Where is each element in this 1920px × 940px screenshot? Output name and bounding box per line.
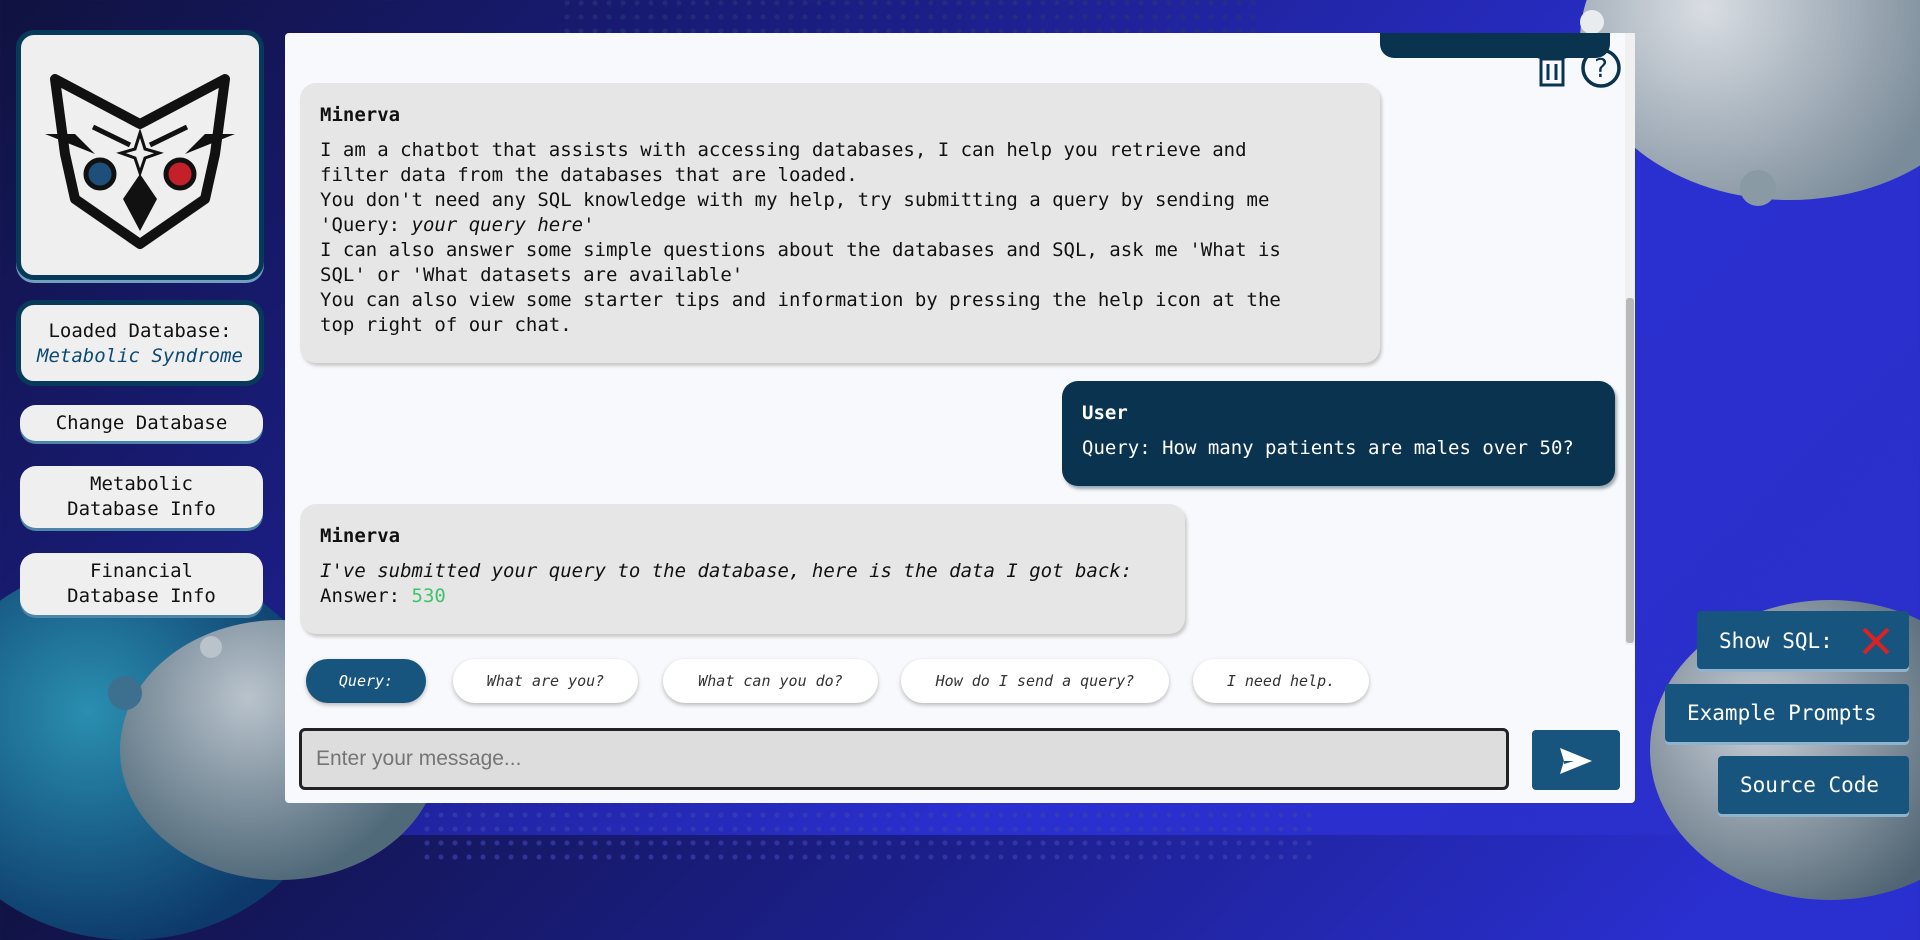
answer-label: Answer:: [320, 585, 412, 607]
message-line: top right of our chat.: [320, 314, 572, 336]
owl-logo-card: [16, 30, 264, 280]
chat-scrollbar-thumb[interactable]: [1626, 298, 1634, 643]
query-suffix: ': [583, 214, 595, 236]
chat-panel: ? Minerva I am a chatbot that assists wi…: [285, 33, 1635, 803]
financial-info-label-line2: Database Info: [67, 585, 216, 607]
financial-database-info-button[interactable]: Financial Database Info: [20, 553, 263, 615]
background-blob: [1740, 170, 1776, 206]
loaded-database-panel: Loaded Database: Metabolic Syndrome: [16, 300, 264, 386]
message-text: Query: How many patients are males over …: [1082, 437, 1574, 459]
loaded-database-name: Metabolic Syndrome: [37, 345, 243, 367]
send-icon: [1560, 748, 1592, 774]
answer-line: Answer: 530: [320, 584, 1165, 609]
message-intro: I've submitted your query to the databas…: [320, 560, 1133, 582]
owl-logo-icon: [45, 74, 235, 249]
background-blob: [1580, 10, 1604, 34]
change-database-label: Change Database: [55, 412, 228, 434]
background-blob: [108, 676, 142, 710]
suggestion-chip-what-can-you-do[interactable]: What can you do?: [663, 659, 878, 703]
chat-history[interactable]: ? Minerva I am a chatbot that assists wi…: [285, 33, 1625, 645]
suggestion-chip-need-help[interactable]: I need help.: [1193, 659, 1369, 703]
message-line: You can also view some starter tips and …: [320, 289, 1281, 311]
message-line: filter data from the databases that are …: [320, 164, 858, 186]
message-line: I am a chatbot that assists with accessi…: [320, 139, 1247, 161]
query-example: your query here: [411, 214, 584, 236]
suggestion-chip-send-query[interactable]: How do I send a query?: [901, 659, 1169, 703]
bot-message: Minerva I am a chatbot that assists with…: [300, 83, 1380, 363]
previous-message-stub: [1380, 33, 1610, 58]
change-database-button[interactable]: Change Database: [20, 405, 263, 441]
metabolic-database-info-button[interactable]: Metabolic Database Info: [20, 466, 263, 528]
message-sender: Minerva: [320, 104, 401, 126]
example-prompts-button[interactable]: Example Prompts: [1665, 684, 1909, 742]
message-line: SQL' or 'What datasets are available': [320, 264, 744, 286]
loaded-database-label: Loaded Database:: [48, 320, 232, 342]
svg-text:?: ?: [1594, 54, 1608, 84]
message-sender: Minerva: [320, 525, 401, 547]
suggestion-chip-query[interactable]: Query:: [306, 659, 426, 703]
background-blob: [200, 636, 222, 658]
message-line: You don't need any SQL knowledge with my…: [320, 189, 1270, 211]
example-prompts-label: Example Prompts: [1687, 701, 1877, 725]
trash-icon[interactable]: [1537, 50, 1567, 91]
source-code-label: Source Code: [1740, 773, 1880, 797]
send-button[interactable]: [1532, 730, 1620, 790]
answer-value: 530: [411, 585, 446, 607]
metabolic-info-label-line1: Metabolic: [90, 473, 193, 495]
help-icon[interactable]: ?: [1580, 47, 1622, 93]
query-prefix: 'Query:: [320, 214, 412, 236]
show-sql-toggle[interactable]: Show SQL:: [1697, 611, 1909, 669]
user-message: User Query: How many patients are males …: [1062, 381, 1615, 486]
financial-info-label-line1: Financial: [90, 560, 193, 582]
message-input[interactable]: [299, 728, 1509, 790]
suggestion-chip-what-are-you[interactable]: What are you?: [453, 659, 638, 703]
close-x-icon: [1862, 627, 1890, 655]
message-sender: User: [1082, 402, 1128, 424]
source-code-button[interactable]: Source Code: [1718, 756, 1909, 814]
bot-message: Minerva I've submitted your query to the…: [300, 504, 1185, 634]
message-line: I can also answer some simple questions …: [320, 239, 1281, 261]
message-line: 'Query: your query here': [320, 213, 1360, 238]
metabolic-info-label-line2: Database Info: [67, 498, 216, 520]
show-sql-label: Show SQL:: [1719, 629, 1833, 653]
